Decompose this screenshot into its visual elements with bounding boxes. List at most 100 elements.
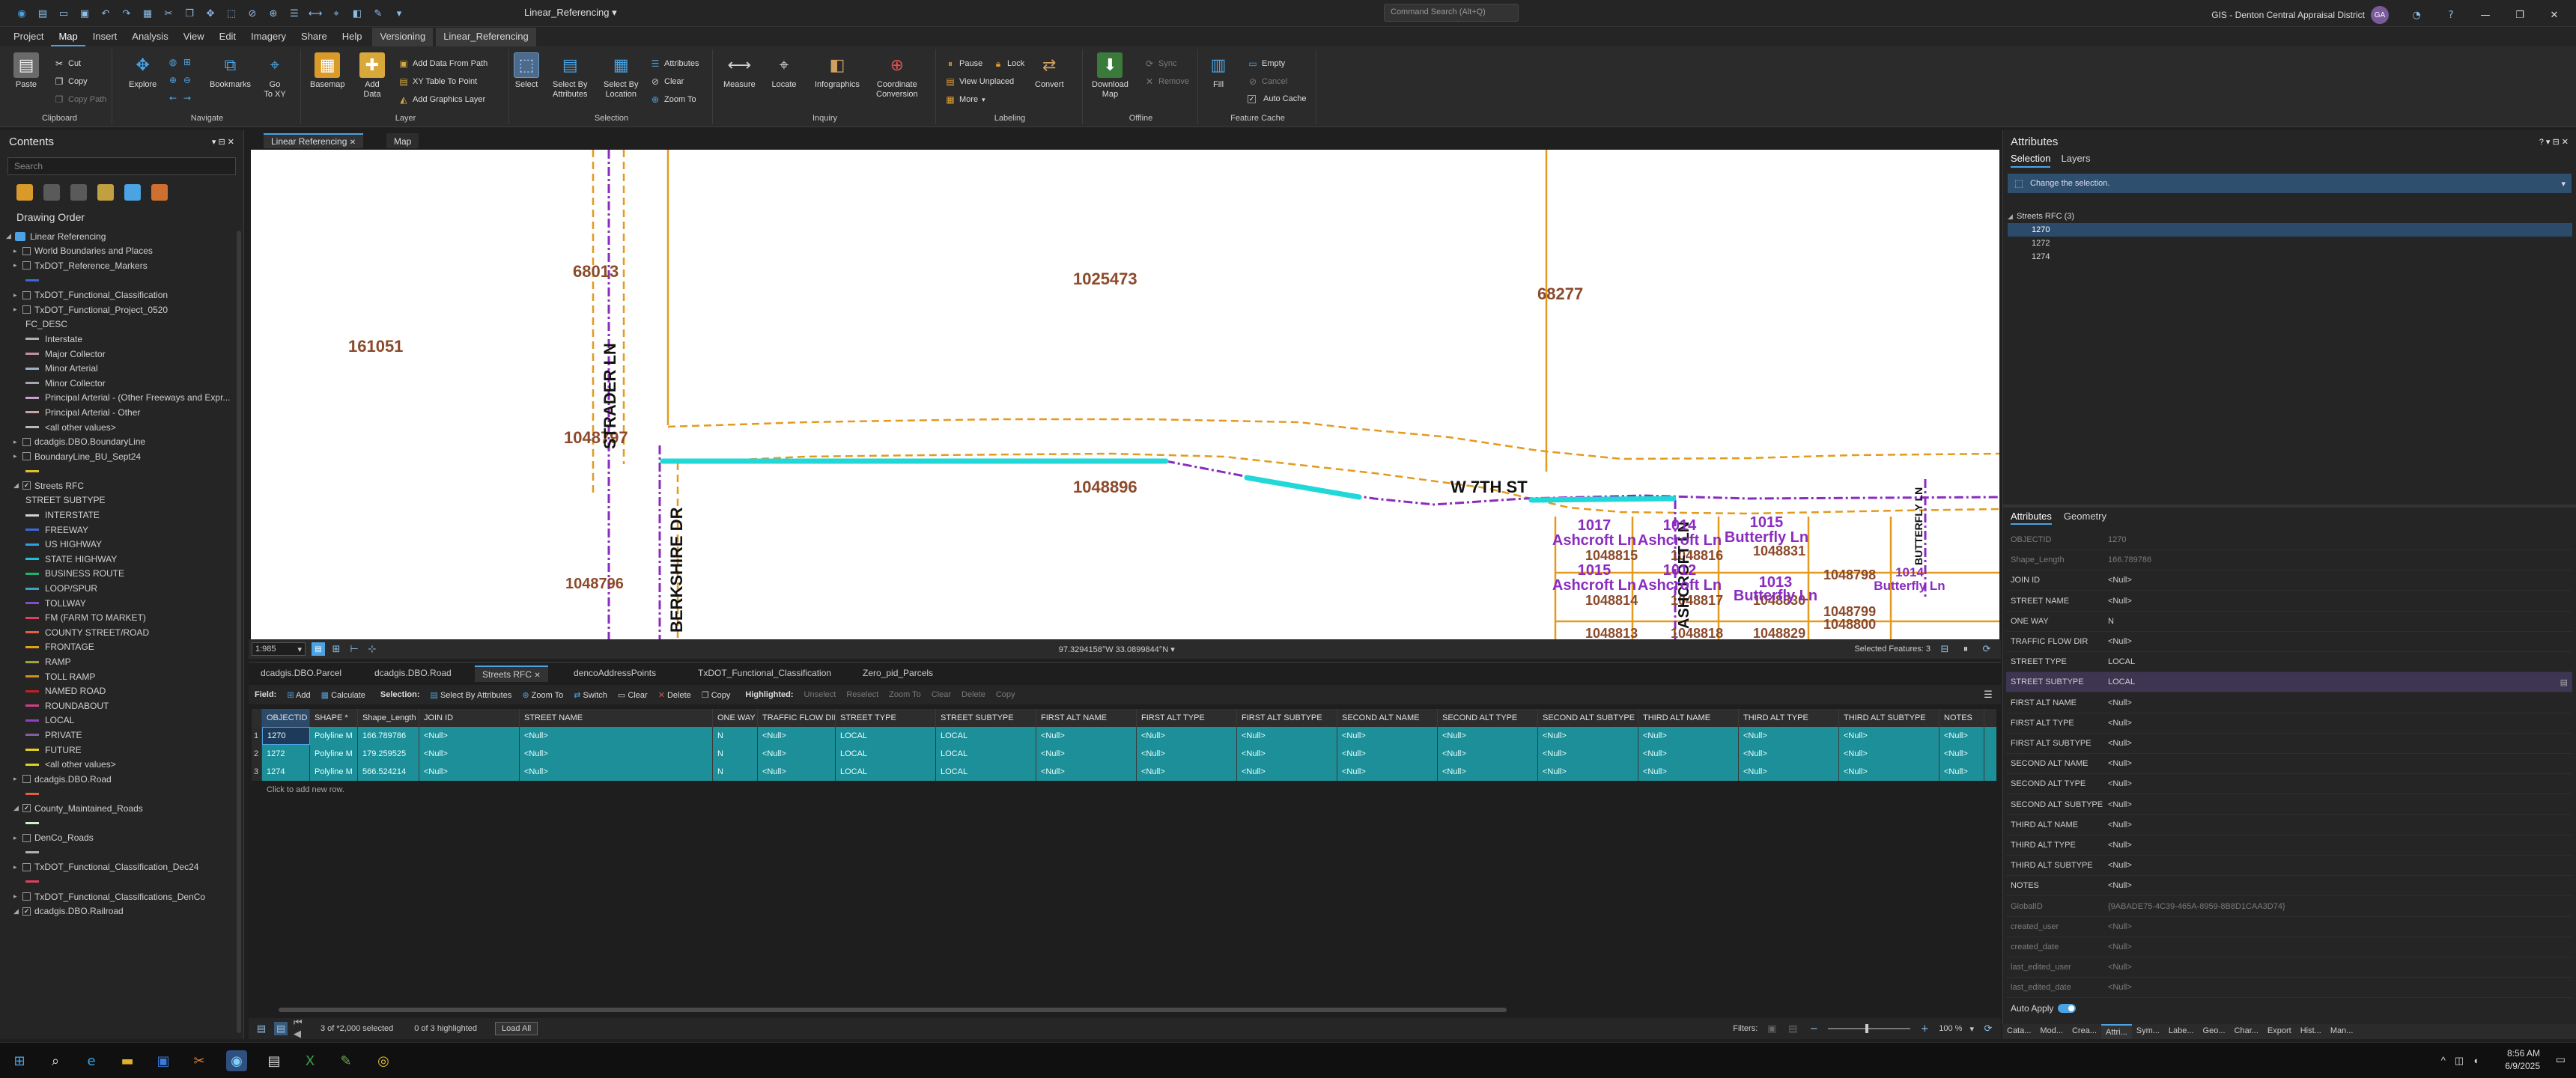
attribute-field-row[interactable]: created_user <Null> xyxy=(2006,917,2572,937)
attribute-field-value[interactable]: <Null> xyxy=(2108,576,2132,585)
layer-item[interactable]: ▸ dcadgis.DBO.BoundaryLine xyxy=(0,434,232,449)
coordinates-readout[interactable]: 97.3294158°W 33.0899844°N ▾ xyxy=(1059,645,1175,654)
attribute-field-value[interactable]: <Null> xyxy=(2108,779,2132,788)
new-project-icon[interactable]: ▤ xyxy=(36,7,49,20)
table-copy-button[interactable]: ❐ Copy xyxy=(702,690,731,700)
dock-tab[interactable]: Cata... xyxy=(2002,1024,2035,1039)
expand-icon[interactable]: ▸ xyxy=(13,834,22,842)
view-tab-map[interactable]: Map xyxy=(386,133,419,148)
table-cell[interactable]: <Null> xyxy=(1137,763,1237,781)
column-header[interactable]: THIRD ALT TYPE xyxy=(1739,709,1839,727)
attribute-field-row[interactable]: SECOND ALT TYPE <Null> xyxy=(2006,774,2572,795)
layer-item[interactable]: ▸ dcadgis.DBO.Road xyxy=(0,772,232,787)
table-cell[interactable]: <Null> xyxy=(1237,763,1337,781)
table-cell[interactable]: 179.259525 xyxy=(358,745,419,763)
table-cell[interactable]: <Null> xyxy=(1337,745,1438,763)
window-title[interactable]: Linear_Referencing ▾ xyxy=(524,7,617,19)
table-cell[interactable]: LOCAL xyxy=(936,745,1036,763)
table-cell[interactable]: N xyxy=(713,727,758,745)
table-cell[interactable]: LOCAL xyxy=(836,745,936,763)
attribute-field-value[interactable]: N xyxy=(2108,617,2114,626)
undo-icon[interactable]: ↶ xyxy=(99,7,112,20)
zoom-in-out-icon[interactable]: ⊕ ⊖ xyxy=(168,75,192,85)
edge-browser-icon[interactable]: e xyxy=(81,1050,102,1071)
zoom-to-selection-button[interactable]: ⊕ Zoom To xyxy=(650,94,696,105)
scale-dropdown[interactable]: 1:985 ▾ xyxy=(252,642,306,656)
layer-visibility-checkbox[interactable]: ✓ xyxy=(22,481,31,490)
table-cell[interactable]: N xyxy=(713,763,758,781)
measure-icon[interactable]: ⟷ xyxy=(309,7,323,20)
table-cell[interactable]: Polyline M xyxy=(310,745,358,763)
view-unplaced-button[interactable]: ▤ View Unplaced xyxy=(945,76,1014,87)
expand-icon[interactable]: ◢ xyxy=(6,232,15,240)
add-field-button[interactable]: ⊞ Add xyxy=(287,690,310,700)
cancel-cache-button[interactable]: ⊘ Cancel xyxy=(1248,76,1287,87)
expand-icon[interactable]: ▸ xyxy=(13,775,22,783)
column-header[interactable]: THIRD ALT SUBTYPE xyxy=(1839,709,1939,727)
list-by-selection-icon[interactable] xyxy=(70,184,87,201)
select-by-attributes-button[interactable]: ▤ Select By Attributes xyxy=(553,52,587,100)
attribute-field-value[interactable]: <Null> xyxy=(2108,719,2132,728)
table-row[interactable]: 3 1274 Polyline M 566.524214 <Null> <Null> N <N… xyxy=(252,763,1996,781)
table-tab-txdot[interactable]: TxDOT_Functional_Classification xyxy=(690,666,839,682)
tab-help[interactable]: Help xyxy=(335,28,370,46)
row-number[interactable]: 3 xyxy=(252,763,262,781)
page-nav-icon[interactable]: ⏮ ◀ xyxy=(294,1017,307,1040)
table-cell[interactable]: <Null> xyxy=(1939,745,1984,763)
attribute-field-value[interactable]: <Null> xyxy=(2108,739,2132,748)
column-header[interactable]: FIRST ALT SUBTYPE xyxy=(1237,709,1337,727)
snipping-tool-icon[interactable]: ✂ xyxy=(189,1050,210,1071)
table-cell[interactable]: 166.789786 xyxy=(358,727,419,745)
snapping-icon[interactable]: ⊹ xyxy=(365,642,379,656)
table-cell[interactable]: <Null> xyxy=(1137,745,1237,763)
table-cell[interactable]: <Null> xyxy=(1538,763,1638,781)
layer-visibility-checkbox[interactable] xyxy=(22,246,31,255)
attributes-button[interactable]: ☰ Attributes xyxy=(650,58,699,69)
tab-project[interactable]: Project xyxy=(6,28,51,46)
minimize-icon[interactable]: — xyxy=(2479,8,2492,22)
column-header[interactable]: FIRST ALT TYPE xyxy=(1137,709,1237,727)
show-all-records-icon[interactable]: ▤ xyxy=(255,1022,268,1035)
layer-item[interactable]: ◢ ✓ Streets RFC xyxy=(0,478,232,493)
table-cell[interactable]: <Null> xyxy=(1939,727,1984,745)
dock-tab[interactable]: Man... xyxy=(2326,1024,2358,1039)
layer-visibility-checkbox[interactable] xyxy=(22,862,31,871)
table-cell[interactable]: <Null> xyxy=(1337,763,1438,781)
empty-cache-button[interactable]: ▭ Empty xyxy=(1248,58,1285,69)
pause-icon[interactable]: ⏸ xyxy=(1959,642,1972,656)
tab-insert[interactable]: Insert xyxy=(85,28,125,46)
expand-icon[interactable]: ◢ xyxy=(13,804,22,812)
layer-visibility-checkbox[interactable]: ✓ xyxy=(22,804,31,813)
table-cell[interactable]: <Null> xyxy=(1739,745,1839,763)
taskbar-search-icon[interactable]: ⌕ xyxy=(45,1050,66,1071)
load-all-button[interactable]: Load All xyxy=(495,1022,538,1035)
table-cell[interactable]: <Null> xyxy=(1839,745,1939,763)
row-number[interactable]: 1 xyxy=(252,727,262,745)
layer-item[interactable]: ▸ TxDOT_Functional_Project_0520 xyxy=(0,302,232,317)
table-cell[interactable]: <Null> xyxy=(1939,763,1984,781)
tab-layers[interactable]: Layers xyxy=(2061,153,2090,168)
attribute-field-value[interactable]: <Null> xyxy=(2108,861,2132,870)
attribute-field-row[interactable]: TRAFFIC FLOW DIR <Null> xyxy=(2006,632,2572,652)
account-name[interactable]: GIS - Denton Central Appraisal District xyxy=(2211,10,2365,20)
table-cell[interactable]: <Null> xyxy=(419,727,520,745)
column-header[interactable]: OBJECTID * xyxy=(262,709,310,727)
attribute-field-row[interactable]: last_edited_user <Null> xyxy=(2006,957,2572,978)
refresh-icon[interactable]: ⟳ xyxy=(1980,642,1993,656)
excel-icon[interactable]: X xyxy=(300,1050,321,1071)
table-cell[interactable]: <Null> xyxy=(1638,745,1739,763)
table-refresh-icon[interactable]: ⟳ xyxy=(1981,1022,1995,1035)
layer-node[interactable]: ◢ Streets RFC (3) xyxy=(2008,210,2572,223)
map-canvas[interactable]: 68013 1025473 68277 161051 1048797 1048896 104… xyxy=(251,150,1999,640)
more-labeling-button[interactable]: ▦ More ▾ xyxy=(945,94,985,105)
attribute-field-value[interactable]: <Null> xyxy=(2108,881,2132,890)
table-tab-road[interactable]: dcadgis.DBO.Road xyxy=(367,666,459,682)
dock-tab[interactable]: Hist... xyxy=(2296,1024,2326,1039)
add-row-prompt[interactable]: Click to add new row. xyxy=(252,781,1996,799)
basemap-button[interactable]: ▦ Basemap xyxy=(310,52,344,90)
table-switch-button[interactable]: ⇄ Switch xyxy=(574,690,607,700)
attribute-field-row[interactable]: JOIN ID <Null> xyxy=(2006,570,2572,591)
infographics-icon[interactable]: ◧ xyxy=(350,7,364,20)
table-cell[interactable]: <Null> xyxy=(1438,763,1538,781)
pause-labeling-button[interactable]: ⏸ Pause xyxy=(945,58,982,69)
